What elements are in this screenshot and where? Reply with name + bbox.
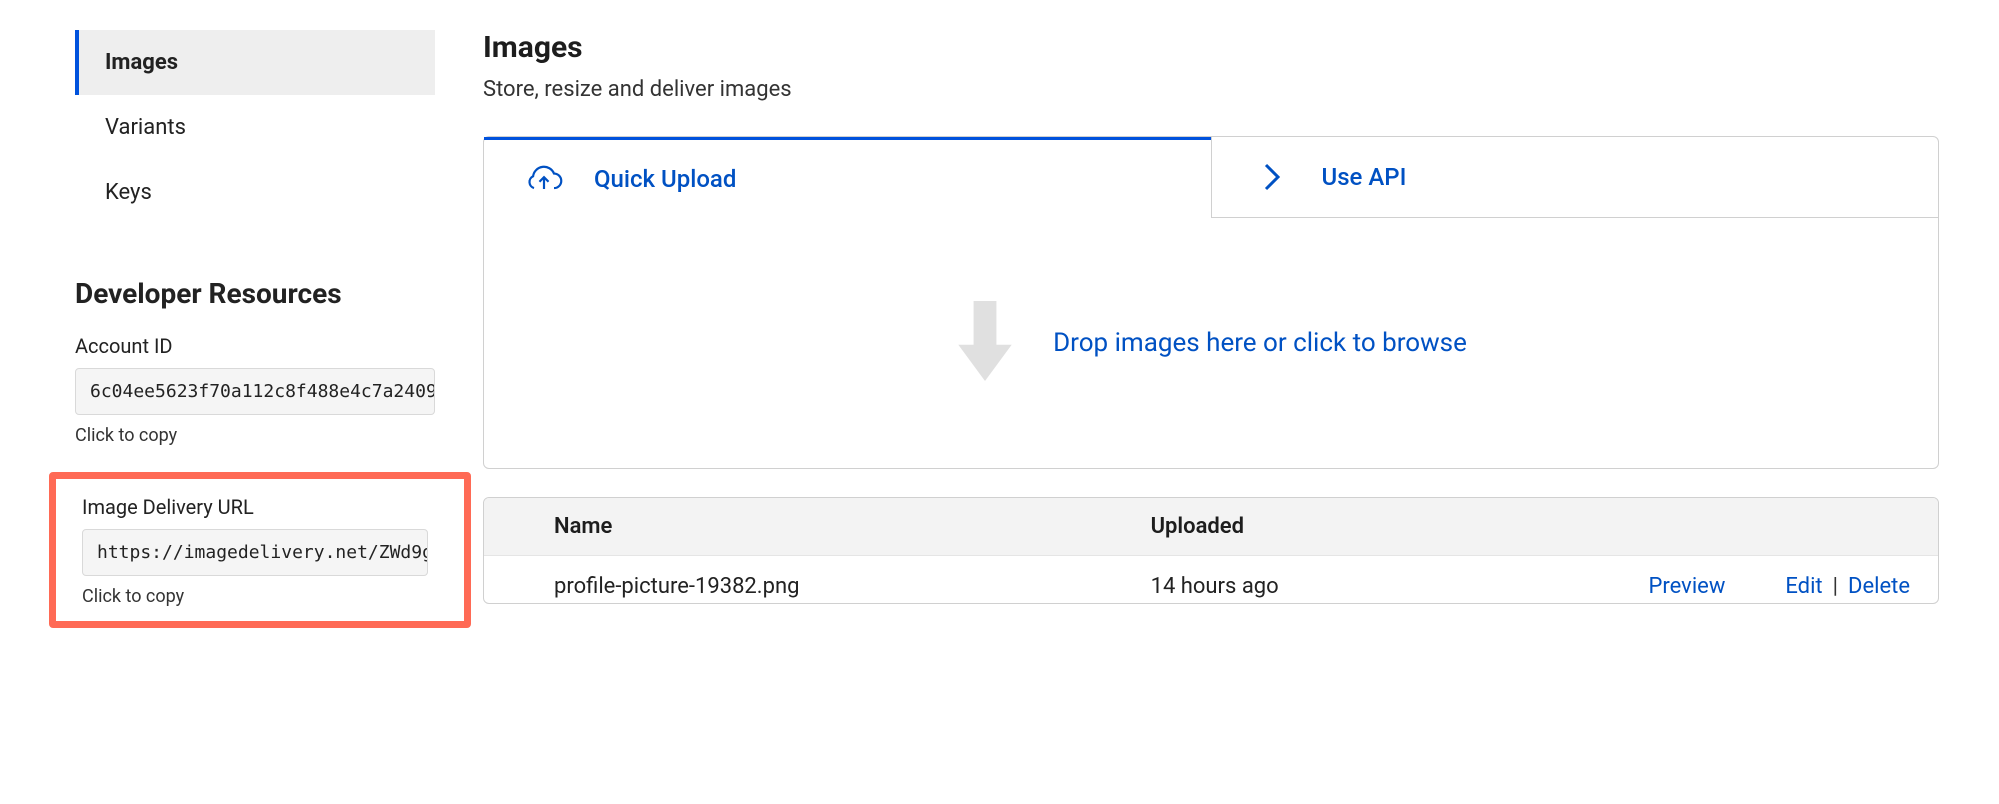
- upload-card: Quick Upload Use API Drop: [483, 136, 1939, 469]
- upload-tabs: Quick Upload Use API: [484, 137, 1938, 218]
- row-name: profile-picture-19382.png: [554, 574, 1151, 599]
- image-delivery-url-label: Image Delivery URL: [82, 495, 428, 519]
- chevron-right-icon: [1252, 160, 1292, 194]
- developer-resources-title: Developer Resources: [75, 277, 435, 310]
- delete-link[interactable]: Delete: [1848, 574, 1910, 599]
- column-header-name: Name: [554, 514, 1151, 539]
- sidebar-item-variants[interactable]: Variants: [75, 95, 435, 160]
- account-id-block: Account ID 6c04ee5623f70a112c8f488e4c7a2…: [75, 334, 435, 446]
- column-header-uploaded: Uploaded: [1151, 514, 1598, 539]
- page-title: Images: [483, 30, 1939, 65]
- page-subtitle: Store, resize and deliver images: [483, 77, 1939, 102]
- sidebar-nav: Images Variants Keys: [75, 30, 435, 225]
- cloud-upload-icon: [524, 162, 564, 196]
- image-delivery-url-field[interactable]: https://imagedelivery.net/ZWd9g1K7: [82, 529, 428, 576]
- developer-resources: Developer Resources Account ID 6c04ee562…: [75, 277, 435, 628]
- row-uploaded: 14 hours ago: [1151, 574, 1598, 599]
- arrow-down-icon: [955, 301, 1015, 386]
- images-table: Name Uploaded profile-picture-19382.png …: [483, 497, 1939, 604]
- image-delivery-url-hint: Click to copy: [82, 586, 428, 607]
- preview-link[interactable]: Preview: [1649, 574, 1726, 599]
- account-id-field[interactable]: 6c04ee5623f70a112c8f488e4c7a2409: [75, 368, 435, 415]
- row-actions: Preview Edit | Delete: [1598, 574, 1938, 599]
- table-header: Name Uploaded: [484, 498, 1938, 556]
- sidebar-item-label: Variants: [105, 115, 186, 140]
- image-delivery-url-highlight: Image Delivery URL https://imagedelivery…: [49, 472, 471, 628]
- sidebar: Images Variants Keys Developer Resources…: [75, 30, 435, 628]
- sidebar-item-label: Keys: [105, 180, 152, 205]
- tab-label: Use API: [1322, 163, 1407, 191]
- tab-use-api[interactable]: Use API: [1211, 137, 1939, 218]
- sidebar-item-keys[interactable]: Keys: [75, 160, 435, 225]
- image-delivery-url-block: Image Delivery URL https://imagedelivery…: [82, 495, 428, 607]
- drop-text: Drop images here or click to browse: [1053, 328, 1467, 358]
- drop-area[interactable]: Drop images here or click to browse: [484, 218, 1938, 468]
- table-row: profile-picture-19382.png 14 hours ago P…: [484, 556, 1938, 603]
- tab-quick-upload[interactable]: Quick Upload: [484, 137, 1211, 218]
- action-separator: |: [1833, 574, 1838, 599]
- main-content: Images Store, resize and deliver images …: [483, 30, 1939, 628]
- tab-label: Quick Upload: [594, 165, 736, 193]
- account-id-hint: Click to copy: [75, 425, 435, 446]
- edit-link[interactable]: Edit: [1785, 574, 1822, 599]
- sidebar-item-images[interactable]: Images: [75, 30, 435, 95]
- account-id-label: Account ID: [75, 334, 435, 358]
- sidebar-item-label: Images: [105, 50, 178, 75]
